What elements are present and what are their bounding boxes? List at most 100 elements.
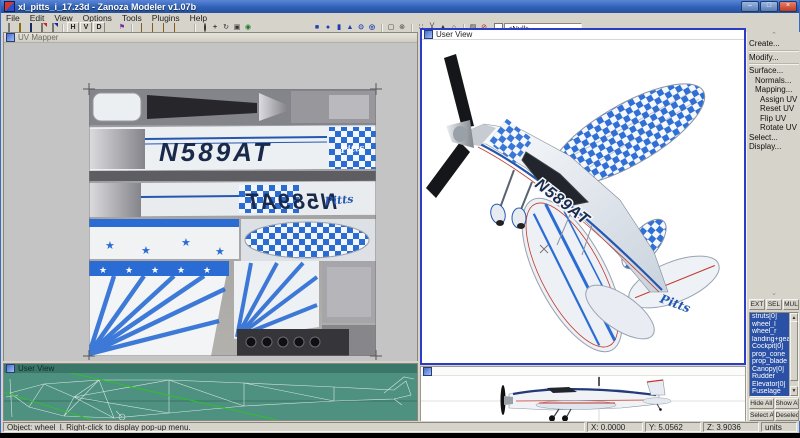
import-icon[interactable] (37, 23, 47, 32)
status-z-coordinate: Z: 3.9036 (703, 422, 759, 432)
menu-tools[interactable]: Tools (117, 13, 147, 23)
viewport-layout-1-icon[interactable] (136, 23, 146, 43)
ext-mode-button[interactable]: EXT (749, 299, 765, 310)
uv-mapper-caption[interactable]: UV Mapper (4, 33, 417, 43)
object-row[interactable]: prop_cone (750, 350, 790, 358)
user-view-caption[interactable]: User View (422, 30, 744, 40)
viewport-layout-2-icon[interactable] (147, 23, 157, 43)
zoom-tool-icon[interactable] (199, 23, 209, 32)
object-row[interactable]: struts[0] (750, 313, 790, 321)
viewport-wireframe: User View (0, 363, 418, 421)
wireframe-title: User View (18, 364, 55, 373)
app-window: xl_pitts_i_17.z3d - Zanoza Modeler v1.07… (0, 0, 800, 433)
user-view-canvas[interactable]: N589AT Pitts (422, 40, 744, 363)
status-x-coordinate: X: 0.0000 (587, 422, 643, 432)
status-units: units (761, 422, 797, 432)
menu-edit[interactable]: Edit (25, 13, 50, 23)
airplane-wireframe (0, 370, 417, 421)
uv-mapper-canvas[interactable]: N589AT Pitts N589AT Pitts ★ ★ ★ ★ ★ ★ ★ … (4, 43, 417, 361)
viewport-layout-4-icon[interactable] (169, 23, 179, 43)
cmd-modify[interactable]: Modify... (749, 53, 799, 63)
menu-file[interactable]: File (1, 13, 25, 23)
object-list-scrollbar[interactable]: ▲ ▼ (789, 313, 798, 396)
menu-help[interactable]: Help (185, 13, 212, 23)
minimize-button[interactable]: – (741, 1, 759, 12)
cylinder-primitive-icon[interactable]: ▮ (334, 23, 344, 32)
object-row[interactable]: Fuselage (750, 388, 790, 396)
cmd-display[interactable]: Display... (749, 142, 799, 152)
close-button[interactable]: × (779, 1, 797, 12)
cmd-flip-uv[interactable]: Flip UV (749, 114, 799, 124)
status-bar: Object: wheel_l. Right-click to display … (1, 421, 799, 433)
viewport-icon (6, 364, 15, 373)
menu-plugins[interactable]: Plugins (147, 13, 185, 23)
render-icon[interactable] (180, 23, 190, 32)
cmd-mapping[interactable]: Mapping... (749, 85, 799, 95)
sel-mode-button[interactable]: SEL (766, 299, 782, 310)
app-logo-icon (4, 1, 15, 12)
object-row[interactable]: wheel_l (750, 320, 790, 328)
cmd-rotate-uv[interactable]: Rotate UV (749, 123, 799, 133)
uv-corner-marks (83, 83, 382, 360)
viewport-uv-mapper: UV Mapper N589AT Pitts N589AT Pitts ★ ★ … (3, 32, 418, 361)
save-icon[interactable] (26, 23, 36, 32)
viewport-side (420, 366, 746, 422)
command-menu: Create... Modify... Surface... Normals..… (749, 39, 799, 152)
uv-mapper-title: UV Mapper (18, 33, 59, 42)
cmd-create[interactable]: Create... (749, 39, 799, 49)
select-all-button[interactable]: Select All (749, 410, 774, 421)
object-row[interactable]: Rudder (750, 373, 790, 381)
status-y-coordinate: Y: 5.0562 (645, 422, 701, 432)
maximize-button[interactable]: □ (760, 1, 778, 12)
background-image-icon[interactable]: ◉ (243, 23, 253, 32)
object-row[interactable]: Cockpit[0] (750, 343, 790, 351)
circle-select-icon[interactable]: ⊚ (397, 23, 407, 32)
cmd-normals[interactable]: Normals... (749, 76, 799, 86)
object-row[interactable]: wheel_r (750, 328, 790, 336)
axis-points-icon[interactable] (106, 23, 116, 32)
airplane-3d-model[interactable]: N589AT Pitts (422, 40, 744, 362)
sphere-primitive-icon[interactable]: ● (323, 23, 333, 32)
mul-mode-button[interactable]: MUL (783, 299, 799, 310)
list-buttons: Hide All Show All Select All Deselect (749, 398, 799, 421)
viewport-icon (424, 30, 433, 39)
disc-primitive-icon[interactable]: ⊙ (356, 23, 366, 32)
export-icon[interactable] (48, 23, 58, 32)
title-bar[interactable]: xl_pitts_i_17.z3d - Zanoza Modeler v1.07… (1, 0, 799, 13)
cone-primitive-icon[interactable]: ▲ (345, 23, 355, 32)
airplane-side-view (421, 376, 745, 422)
zoom-extents-icon[interactable]: ▣ (232, 23, 242, 32)
scroll-down-icon[interactable]: ⌄ (749, 290, 799, 297)
cmd-select[interactable]: Select... (749, 133, 799, 143)
object-row[interactable]: prop_blade (750, 358, 790, 366)
object-row[interactable]: Canopy[0] (750, 365, 790, 373)
pan-view-icon[interactable]: + (210, 23, 220, 32)
open-folder-icon[interactable] (15, 23, 25, 32)
object-row[interactable]: Elevator[0] (750, 380, 790, 388)
wireframe-canvas[interactable] (0, 370, 417, 421)
scrollbar-down-icon[interactable]: ▼ (790, 386, 798, 396)
deselect-button[interactable]: Deselect (774, 410, 799, 421)
wireframe-caption[interactable]: User View (4, 364, 417, 373)
window-title: xl_pitts_i_17.z3d - Zanoza Modeler v1.07… (18, 1, 197, 12)
command-panel: ⌃ Create... Modify... Surface... Normals… (746, 32, 800, 421)
cmd-surface[interactable]: Surface... (749, 66, 799, 76)
scrollbar-thumb[interactable] (790, 321, 798, 381)
viewport-layout-3-icon[interactable] (158, 23, 168, 43)
hide-all-button[interactable]: Hide All (749, 398, 774, 409)
cube-primitive-icon[interactable]: ■ (312, 23, 322, 32)
show-all-button[interactable]: Show All (774, 398, 799, 409)
status-message: Object: wheel_l. Right-click to display … (3, 422, 585, 432)
side-caption[interactable] (421, 366, 745, 376)
mode-buttons: EXT SEL MUL (749, 299, 799, 310)
new-file-icon[interactable] (4, 23, 14, 32)
orbit-view-icon[interactable]: ↻ (221, 23, 231, 32)
cmd-assign-uv[interactable]: Assign UV (749, 95, 799, 105)
flag-icon[interactable]: ⚑ (117, 23, 127, 32)
viewport-user-view: User View N589AT Pitts (420, 28, 746, 365)
side-canvas[interactable] (421, 376, 745, 422)
rect-select-icon[interactable]: ▢ (386, 23, 396, 32)
object-row[interactable]: landing+gear (750, 335, 790, 343)
torus-primitive-icon[interactable]: ◎ (367, 23, 377, 32)
cmd-reset-uv[interactable]: Reset UV (749, 104, 799, 114)
